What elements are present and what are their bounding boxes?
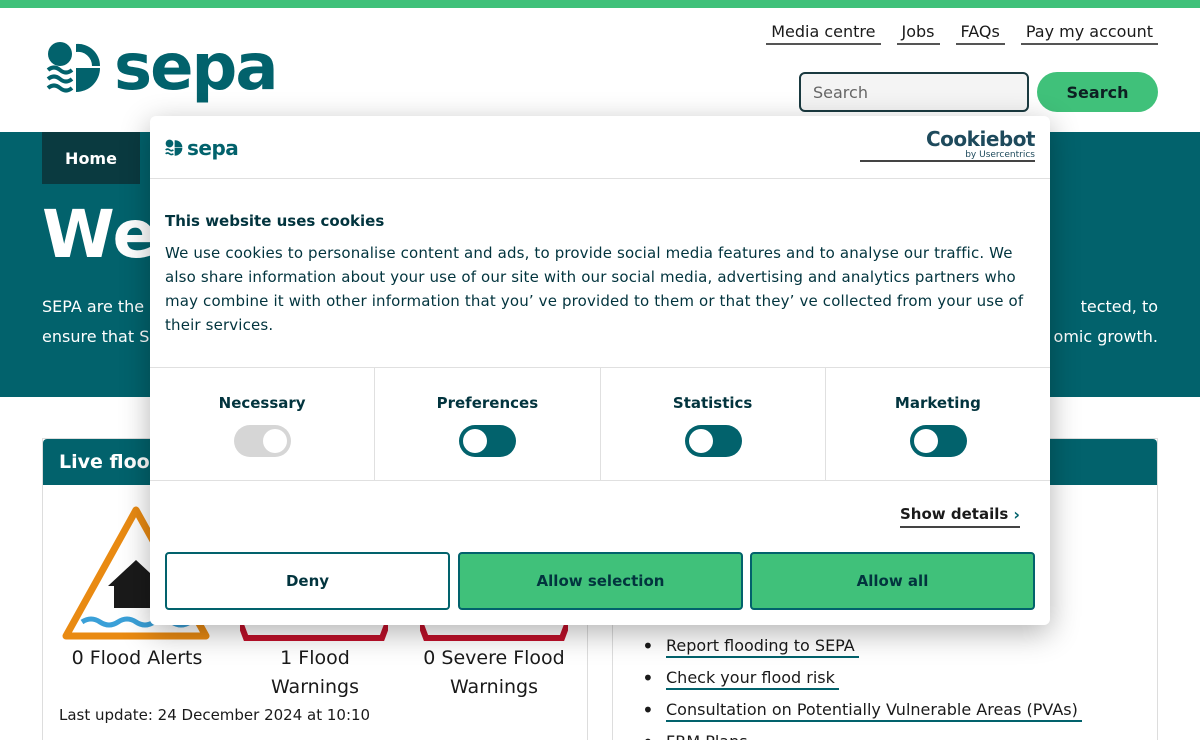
quick-links-list: Report flooding to SEPA Check your flood… [642,630,1082,740]
link-report-flooding[interactable]: Report flooding to SEPA [666,636,859,658]
statistics-toggle[interactable] [684,425,742,457]
toggle-knob [263,429,288,453]
category-statistics: Statistics [601,368,826,480]
deny-button[interactable]: Deny [165,552,450,610]
category-statistics-label: Statistics [672,394,753,412]
marketing-toggle[interactable] [909,425,967,457]
severe-flood-warnings-count[interactable]: 0 Severe Flood Warnings [409,644,579,702]
link-check-flood-risk[interactable]: Check your flood risk [666,668,839,690]
cookie-dialog-logo-text: sepa [187,136,239,160]
hero-title: We [42,196,158,273]
allow-selection-button[interactable]: Allow selection [458,552,743,610]
cookie-dialog-title: This website uses cookies [165,212,385,230]
cookiebot-logo[interactable]: Cookiebot by Usercentrics [860,127,1036,162]
cookie-category-toggles: Necessary Preferences Statistics Marketi… [150,367,1050,481]
search-button[interactable]: Search [1037,72,1158,112]
cookie-consent-dialog: sepa Cookiebot by Usercentrics This webs… [150,116,1050,625]
flood-warnings-line1: 1 Flood [280,647,350,669]
preferences-toggle[interactable] [459,425,517,457]
list-item: Report flooding to SEPA [642,630,1082,662]
flood-alerts-count[interactable]: 0 Flood Alerts [52,644,222,673]
hero-text-right-1: tected, to [1080,297,1158,316]
cookie-dialog-header: sepa Cookiebot by Usercentrics [150,116,1050,179]
chevron-right-icon: › [1013,505,1020,524]
allow-all-button[interactable]: Allow all [750,552,1035,610]
link-media-centre[interactable]: Media centre [766,22,881,45]
list-item: FRM Plans [642,726,1082,740]
site-header: sepa Media centre Jobs FAQs Pay my accou… [0,8,1200,132]
logo-wordmark: sepa [114,31,278,105]
flood-warnings-count[interactable]: 1 Flood Warnings [230,644,400,702]
link-jobs[interactable]: Jobs [896,22,940,45]
sepa-logo-icon [46,42,101,93]
list-item: Check your flood risk [642,662,1082,694]
category-necessary: Necessary [150,368,376,480]
cookie-dialog-body: We use cookies to personalise content an… [165,244,1024,334]
category-marketing: Marketing [826,368,1050,480]
hero-text-right-2: omic growth. [1053,327,1158,346]
necessary-toggle [234,425,292,457]
category-preferences: Preferences [375,368,601,480]
cookiebot-name: Cookiebot [926,127,1036,151]
show-details-link[interactable]: Show details › [900,505,1020,528]
utility-links: Media centre Jobs FAQs Pay my account [766,22,1158,45]
severe-warnings-line2: Warnings [449,676,538,698]
severe-warnings-line1: 0 Severe Flood [423,647,565,669]
cookiebot-by: by Usercentrics [965,150,1035,160]
hero-text-left-2: ensure that S [42,327,150,346]
category-necessary-label: Necessary [218,394,306,412]
link-faqs[interactable]: FAQs [955,22,1005,45]
last-update-text: Last update: 24 December 2024 at 10:10 [59,706,371,724]
toggle-knob [688,429,713,453]
toggle-knob [913,429,938,453]
hero-text-left-1: SEPA are the S [42,297,160,316]
category-marketing-label: Marketing [894,394,981,412]
show-details-label: Show details [900,505,1009,523]
cookie-dialog-logo: sepa [165,136,239,160]
top-accent-bar [0,0,1200,8]
flood-warnings-line2: Warnings [270,676,359,698]
list-item: Consultation on Potentially Vulnerable A… [642,694,1082,726]
link-pva-consultation[interactable]: Consultation on Potentially Vulnerable A… [666,700,1082,722]
link-frm-plans[interactable]: FRM Plans [666,732,752,740]
toggle-knob [463,429,488,453]
link-pay-my-account[interactable]: Pay my account [1020,22,1158,45]
sepa-small-logo-icon [165,139,183,156]
category-preferences-label: Preferences [436,394,539,412]
search-input[interactable] [799,72,1029,112]
sepa-logo[interactable]: sepa [46,31,278,105]
nav-item-home[interactable]: Home [42,132,140,184]
